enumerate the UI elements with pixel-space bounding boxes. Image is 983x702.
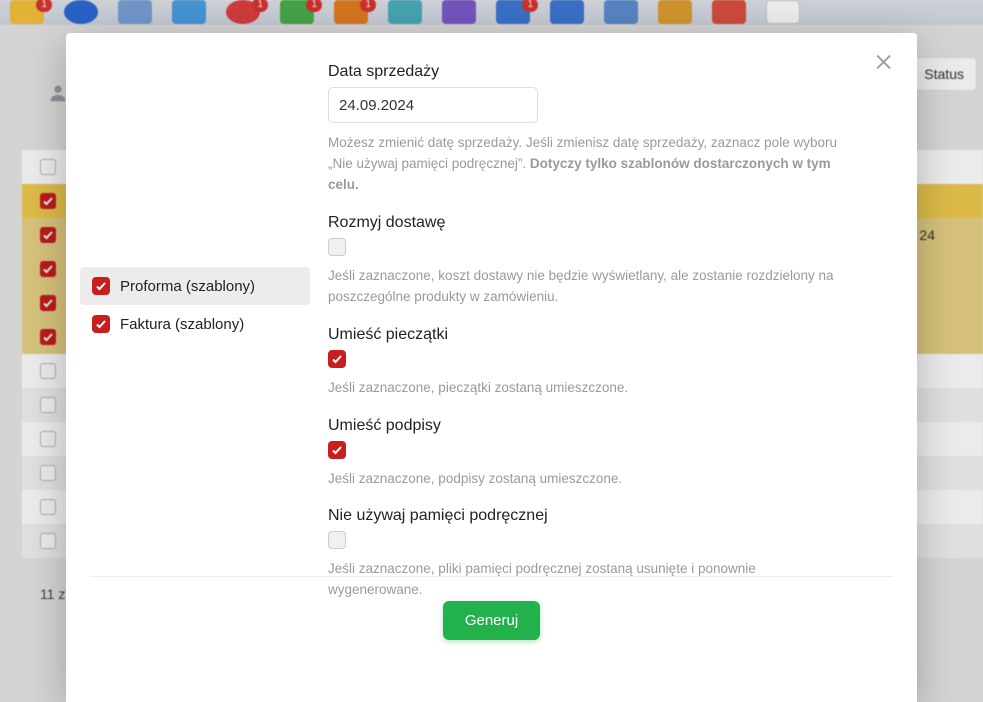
form-column: Data sprzedaży Możesz zmienić datę sprze… [328, 57, 893, 601]
template-label: Proforma (szablony) [120, 278, 255, 295]
blur-delivery-checkbox[interactable] [328, 238, 346, 256]
place-signatures-label: Umieść podpisy [328, 417, 893, 435]
template-item-proforma[interactable]: Proforma (szablony) [80, 267, 310, 305]
sale-date-label: Data sprzedaży [328, 63, 893, 81]
templates-list: Proforma (szablony) Faktura (szablony) [80, 267, 310, 343]
place-stamps-checkbox[interactable] [328, 350, 346, 368]
sale-date-help: Możesz zmienić datę sprzedaży. Jeśli zmi… [328, 133, 848, 196]
place-stamps-label: Umieść pieczątki [328, 326, 893, 344]
place-signatures-help: Jeśli zaznaczone, podpisy zostaną umiesz… [328, 469, 848, 490]
template-checkbox[interactable] [92, 315, 110, 333]
blur-delivery-help: Jeśli zaznaczone, koszt dostawy nie będz… [328, 266, 848, 308]
place-stamps-help: Jeśli zaznaczone, pieczątki zostaną umie… [328, 378, 848, 399]
sale-date-input[interactable] [328, 87, 538, 123]
no-cache-help: Jeśli zaznaczone, pliki pamięci podręczn… [328, 559, 848, 601]
modal-overlay: Proforma (szablony) Faktura (szablony) D… [0, 0, 983, 702]
template-label: Faktura (szablony) [120, 316, 244, 333]
place-signatures-checkbox[interactable] [328, 441, 346, 459]
no-cache-checkbox[interactable] [328, 531, 346, 549]
no-cache-label: Nie używaj pamięci podręcznej [328, 507, 893, 525]
generate-button[interactable]: Generuj [443, 601, 540, 640]
generate-documents-modal: Proforma (szablony) Faktura (szablony) D… [66, 33, 917, 702]
blur-delivery-label: Rozmyj dostawę [328, 214, 893, 232]
template-checkbox[interactable] [92, 277, 110, 295]
template-item-faktura[interactable]: Faktura (szablony) [80, 305, 310, 343]
